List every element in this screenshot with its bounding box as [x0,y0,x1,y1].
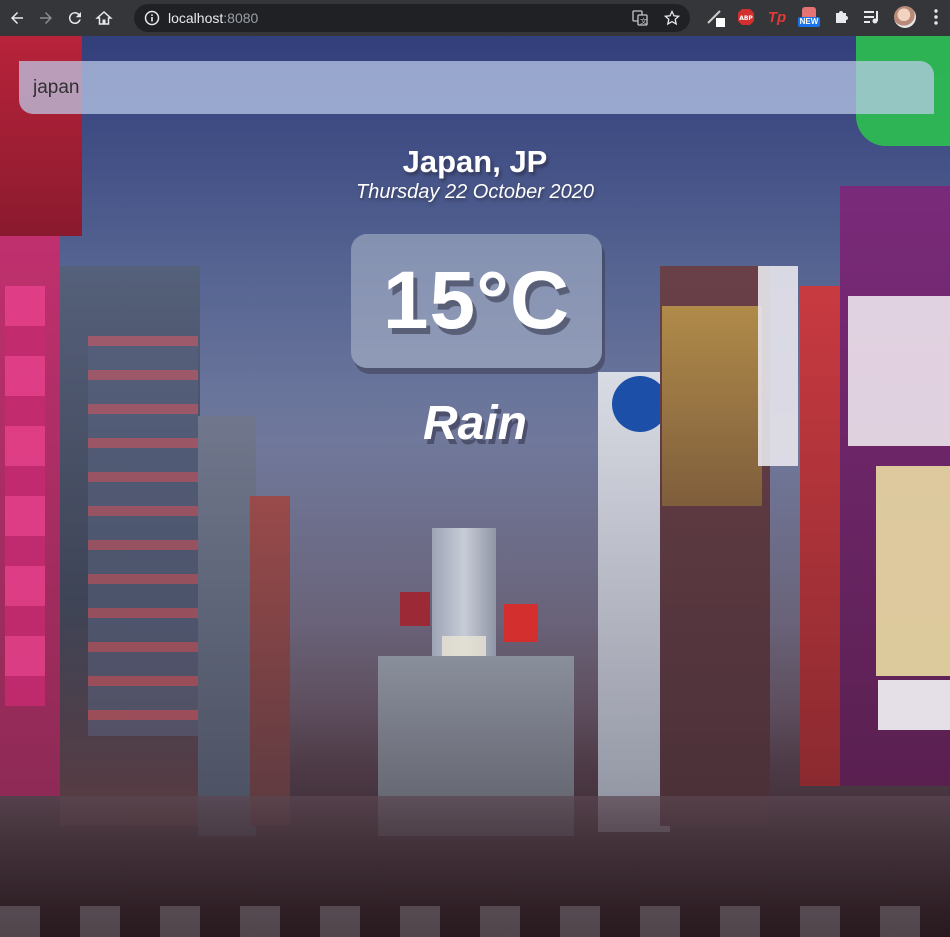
avatar[interactable] [893,6,917,28]
svg-text:文: 文 [640,17,647,26]
menu-kebab-icon[interactable] [928,6,944,28]
weather-app: Japan, JP Thursday 22 October 2020 15°C … [0,36,950,937]
translate-icon[interactable]: 文 [632,10,648,26]
back-icon[interactable] [4,5,30,31]
svg-text:ABP: ABP [739,15,753,22]
url-port: :8080 [223,10,259,26]
browser-toolbar: localhost:8080 文 ABP Tp NEW [0,0,950,36]
reload-icon[interactable] [62,5,88,31]
tp-extension-icon[interactable]: Tp [766,6,788,28]
url-host: localhost [168,10,224,26]
media-control-icon[interactable] [862,6,882,28]
home-icon[interactable] [91,5,117,31]
extensions-puzzle-icon[interactable] [831,6,851,28]
search-input[interactable] [19,61,934,114]
location-title: Japan, JP [402,144,548,179]
url-text: localhost:8080 [168,10,258,26]
bookmark-star-icon[interactable] [664,10,680,26]
site-info-icon[interactable] [144,10,160,26]
temperature-value: 15°C [382,255,571,346]
address-bar[interactable]: localhost:8080 文 [134,4,690,32]
date-text: Thursday 22 October 2020 [356,181,594,203]
abp-extension-icon[interactable]: ABP [735,6,757,28]
new-extension-icon[interactable]: NEW [796,6,822,28]
temperature-card: 15°C [351,234,602,368]
pen-extension-icon[interactable] [704,6,728,28]
weather-condition: Rain [422,397,527,450]
forward-icon[interactable] [33,5,59,31]
